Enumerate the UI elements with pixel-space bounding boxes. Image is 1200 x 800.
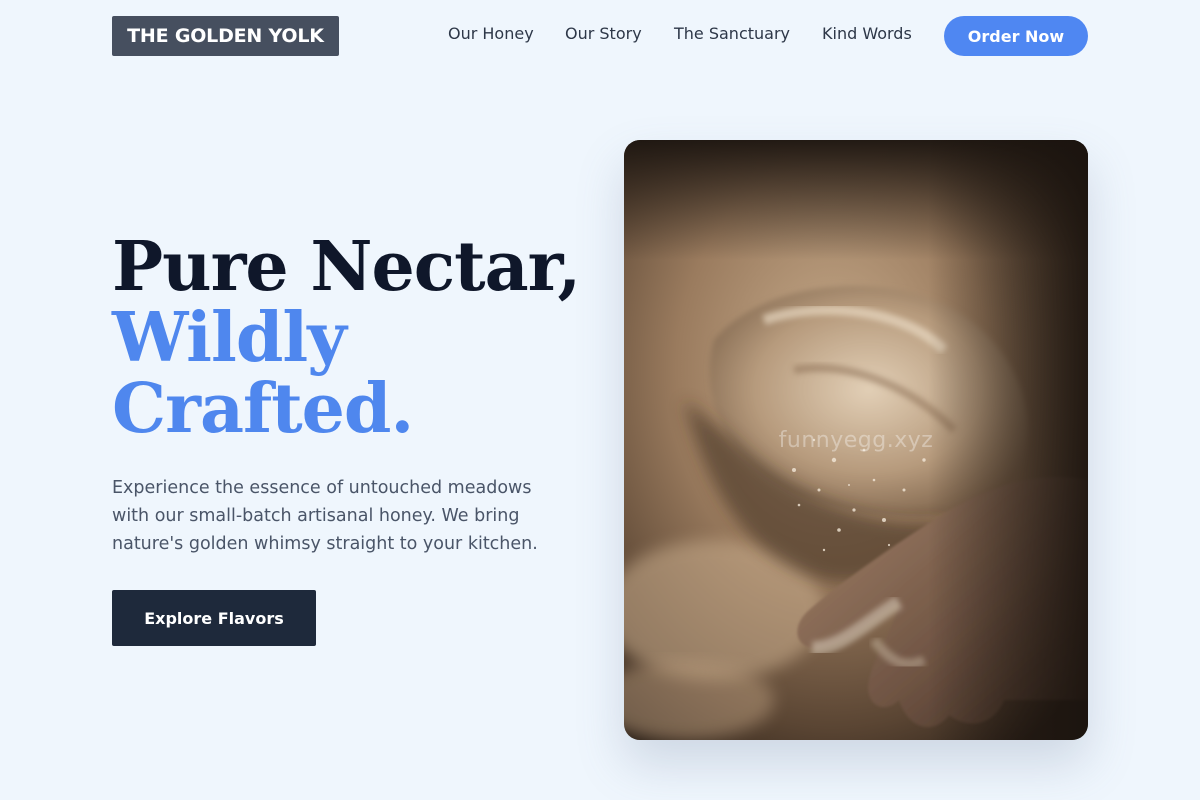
nav-link-our-story[interactable]: Our Story: [565, 16, 642, 52]
image-watermark: funnyegg.xyz: [778, 428, 934, 453]
explore-flavors-button[interactable]: Explore Flavors: [112, 590, 316, 646]
hero-image: funnyegg.xyz: [624, 140, 1088, 740]
nav-link-the-sanctuary[interactable]: The Sanctuary: [674, 16, 790, 52]
headline-line-3: Crafted.: [112, 369, 414, 449]
hero-headline: Pure Nectar, Wildly Crafted.: [112, 227, 581, 449]
headline-line-1: Pure Nectar,: [112, 227, 581, 307]
nav-link-kind-words[interactable]: Kind Words: [822, 16, 912, 52]
nav-link-our-honey[interactable]: Our Honey: [448, 16, 534, 52]
order-now-button[interactable]: Order Now: [944, 16, 1088, 56]
hero-description: Experience the essence of untouched mead…: [112, 478, 538, 554]
headline-line-2: Wildly: [112, 298, 347, 378]
